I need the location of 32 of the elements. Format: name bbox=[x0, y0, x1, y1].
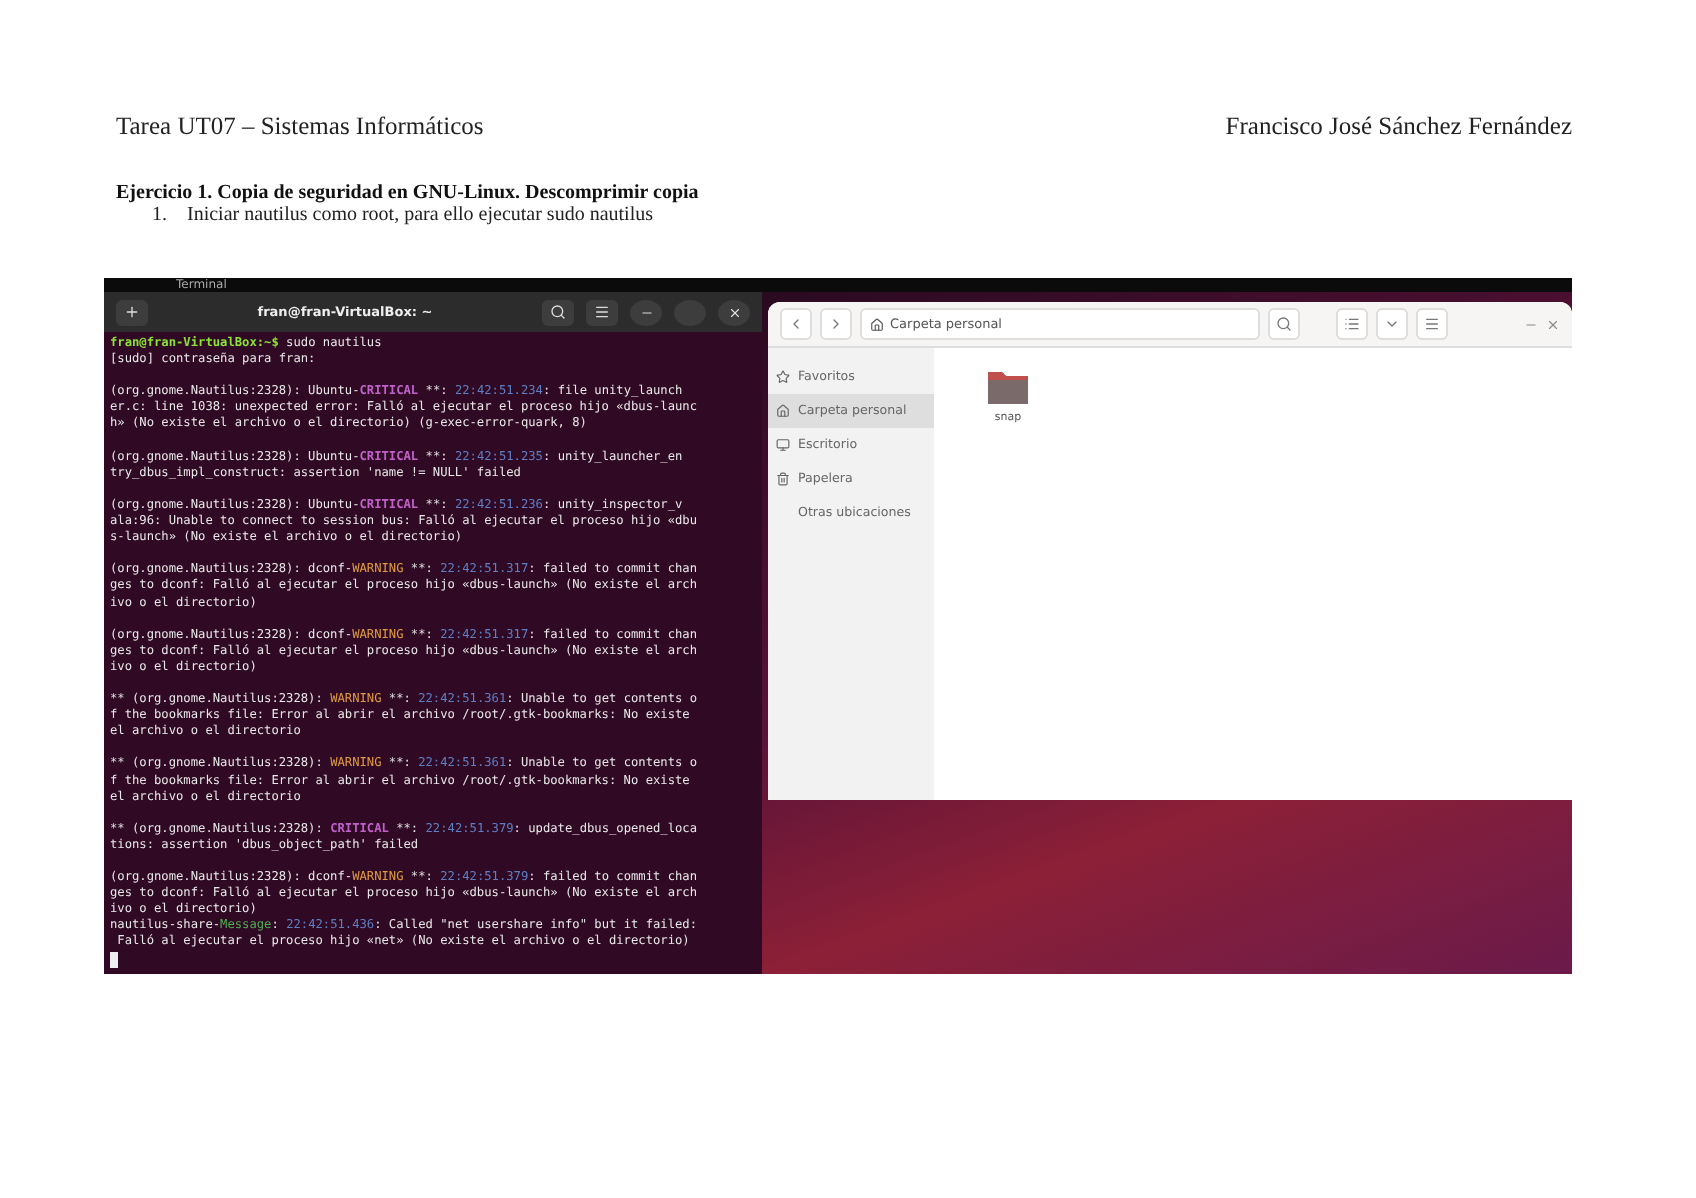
close-icon[interactable] bbox=[1546, 317, 1560, 331]
star-icon bbox=[776, 370, 790, 384]
home-icon bbox=[776, 404, 790, 418]
back-icon bbox=[788, 316, 804, 332]
search-icon bbox=[550, 304, 566, 320]
monitor-icon bbox=[776, 438, 790, 452]
step-number: 1. bbox=[152, 204, 167, 226]
back-button[interactable] bbox=[780, 308, 812, 340]
search-icon bbox=[1276, 316, 1292, 332]
new-tab-button[interactable] bbox=[116, 299, 148, 325]
step-text: Iniciar nautilus como root, para ello ejecutar sudo nautilus bbox=[187, 204, 653, 226]
folder-icon[interactable] bbox=[986, 368, 1030, 406]
menu-icon bbox=[594, 304, 610, 320]
plus-icon bbox=[124, 304, 140, 320]
menu-button[interactable] bbox=[586, 299, 618, 325]
author-name: Francisco José Sánchez Fernández bbox=[1225, 112, 1572, 142]
search-button[interactable] bbox=[542, 299, 574, 325]
list-icon bbox=[1344, 316, 1360, 332]
trash-icon bbox=[776, 472, 790, 486]
forward-icon bbox=[828, 316, 844, 332]
header-title: Tarea UT07 – Sistemas Informáticos bbox=[116, 112, 484, 142]
menu-icon bbox=[1424, 316, 1440, 332]
home-icon bbox=[870, 317, 884, 331]
caret-icon bbox=[1384, 316, 1400, 332]
close-button[interactable] bbox=[718, 299, 750, 325]
view-button[interactable] bbox=[1336, 308, 1368, 340]
minimize-button[interactable] bbox=[630, 299, 662, 325]
close-icon bbox=[727, 305, 741, 319]
text-cursor bbox=[110, 951, 118, 968]
view-options-button[interactable] bbox=[1376, 308, 1408, 340]
forward-button[interactable] bbox=[820, 308, 852, 340]
exercise-heading: Ejercicio 1. Copia de seguridad en GNU-Linux. Descomprimir copia bbox=[116, 182, 701, 204]
